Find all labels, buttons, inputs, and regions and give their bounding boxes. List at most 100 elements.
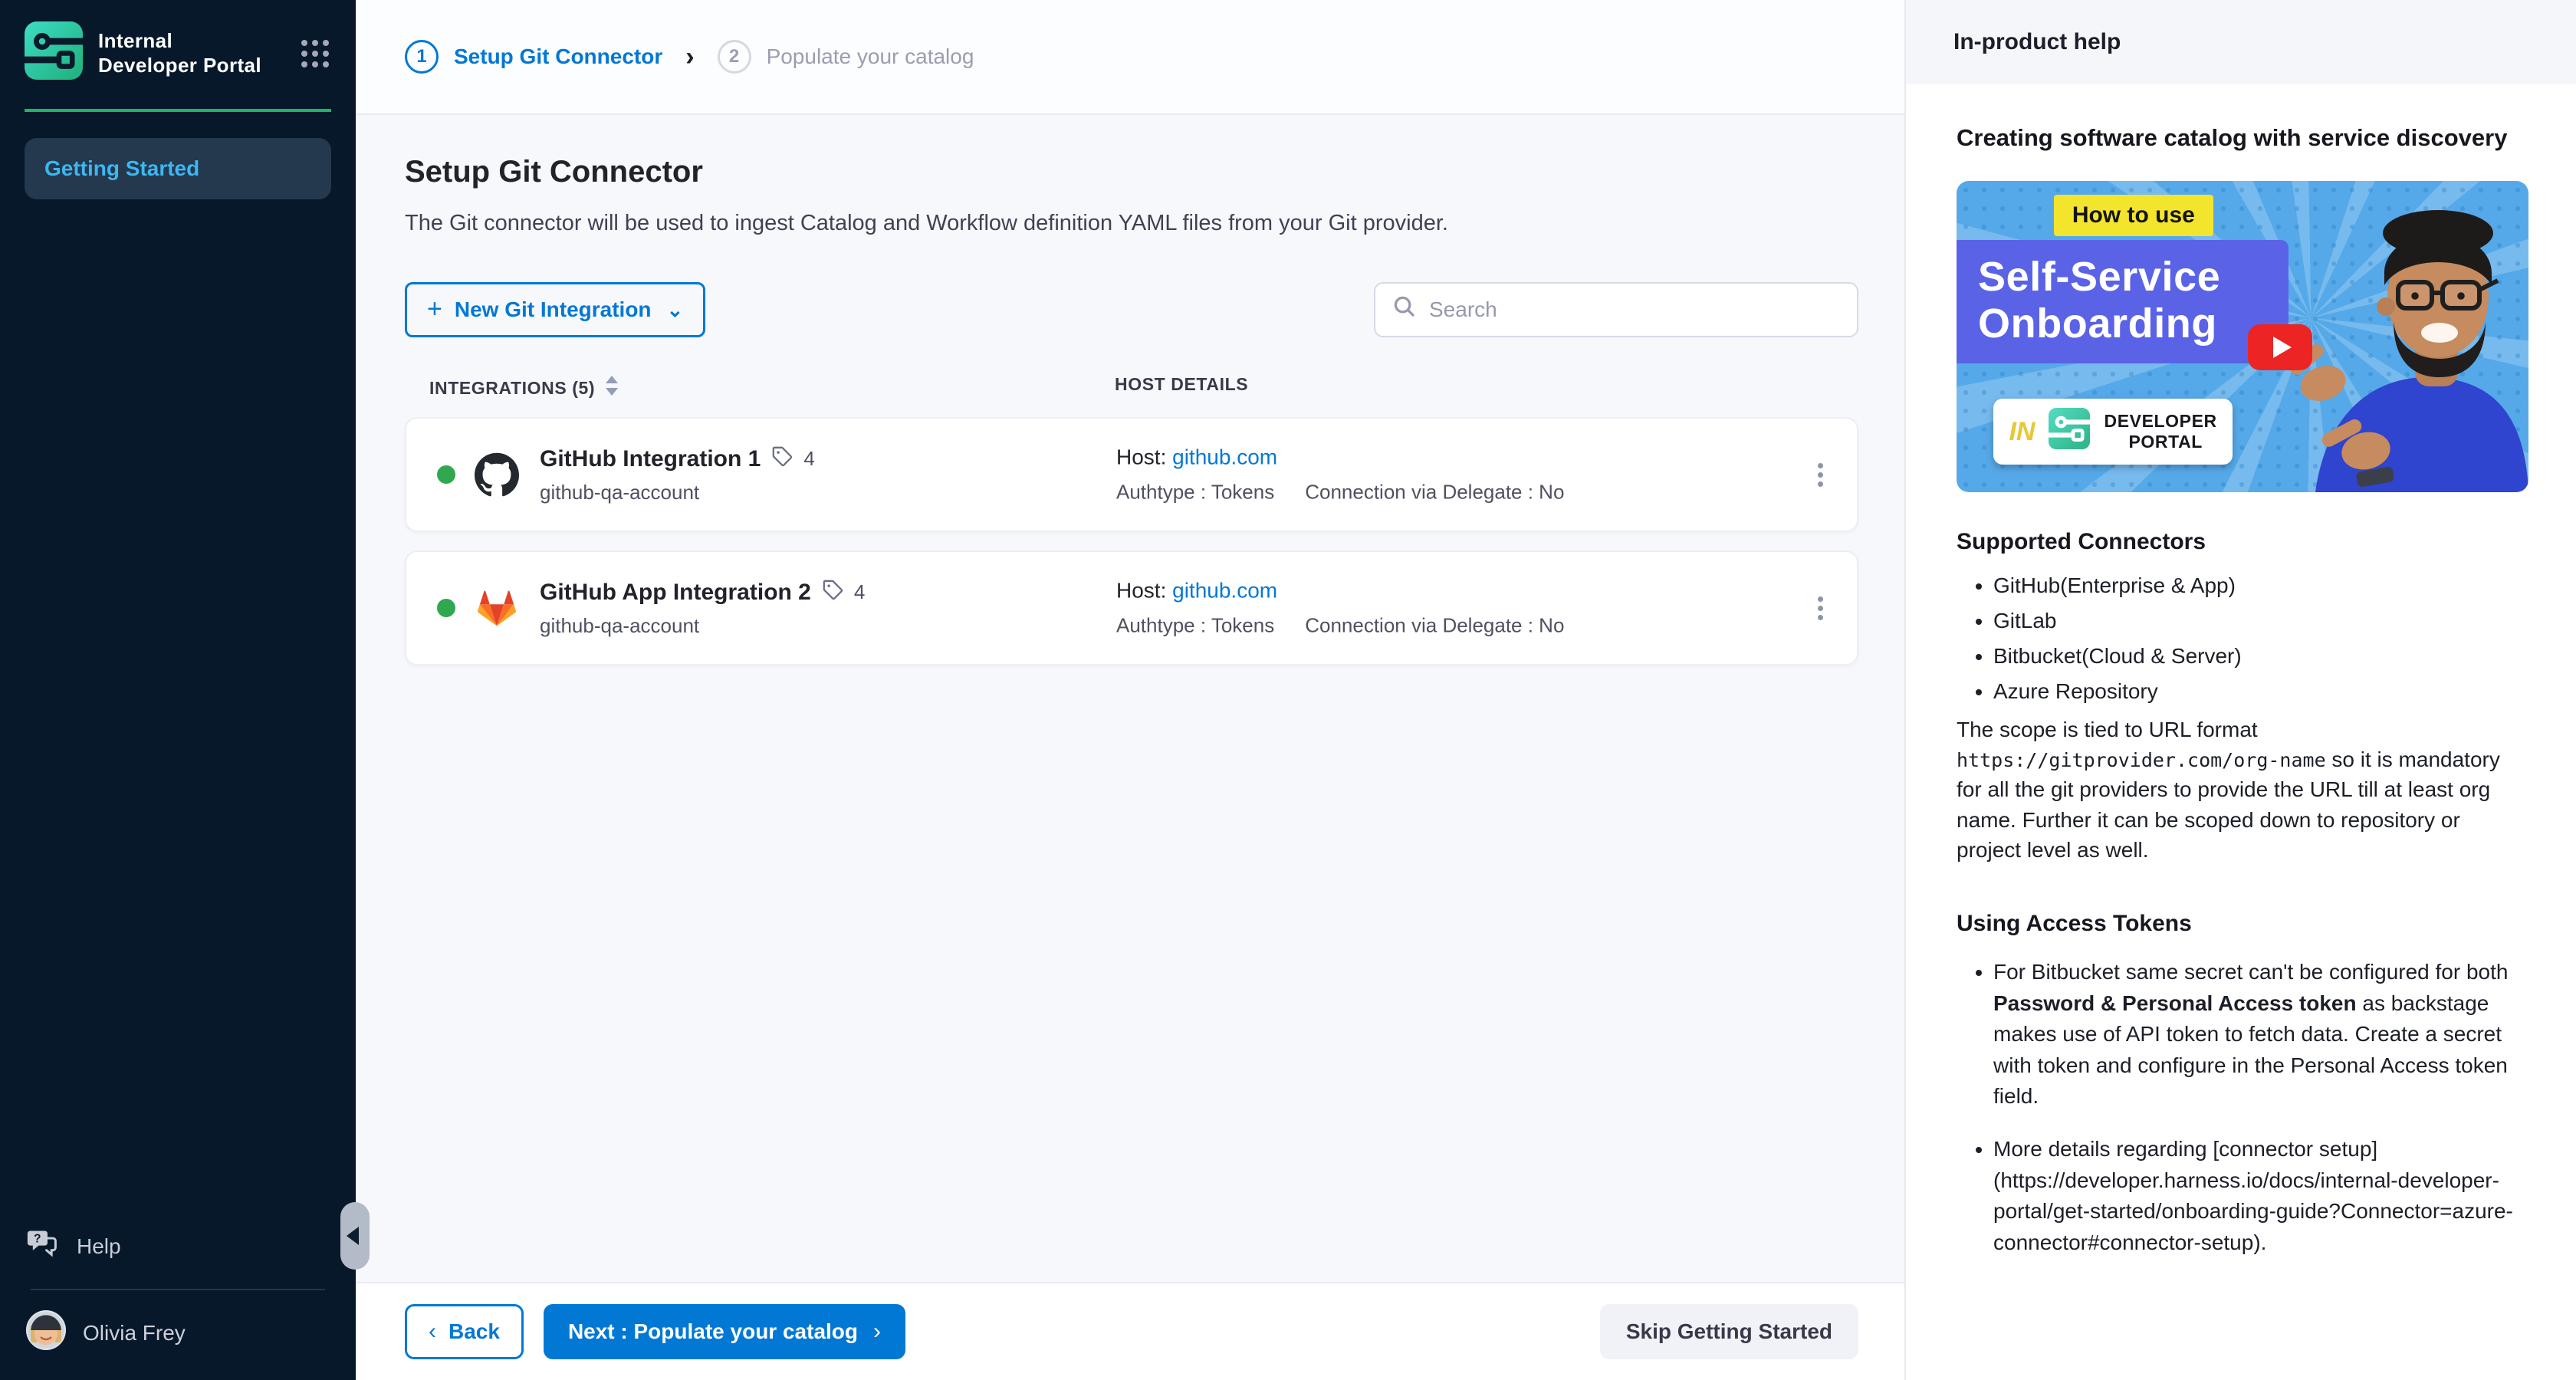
- chevron-down-icon: ⌄: [667, 298, 684, 322]
- avatar: [26, 1310, 66, 1355]
- sort-icon[interactable]: [604, 374, 619, 402]
- tag-count: 4: [854, 580, 865, 604]
- authtype: Authtype : Tokens: [1116, 481, 1274, 504]
- column-host-details: HOST DETAILS: [1115, 374, 1248, 395]
- help-panel-header: In-product help: [1906, 0, 2576, 84]
- step-label: Populate your catalog: [767, 44, 974, 69]
- app-window: Internal Developer Portal Getting Starte…: [0, 0, 2576, 1380]
- chevron-right-icon: ›: [873, 1319, 881, 1345]
- svg-text:?: ?: [34, 1232, 41, 1245]
- chevron-right-icon: ›: [685, 42, 694, 72]
- video-thumbnail[interactable]: How to use Self-Service Onboarding IN: [1957, 181, 2528, 492]
- host-link[interactable]: github.com: [1172, 445, 1277, 469]
- table-row[interactable]: GitHub App Integration 2 4 github-qa-acc…: [405, 550, 1858, 665]
- sidebar: Internal Developer Portal Getting Starte…: [0, 0, 356, 1380]
- back-label: Back: [449, 1319, 500, 1344]
- new-git-integration-label: New Git Integration: [455, 297, 652, 322]
- search-icon: [1392, 294, 1417, 325]
- url-format-code: https://gitprovider.com/org-name: [1957, 749, 2326, 771]
- gitlab-icon: [474, 585, 520, 631]
- in-product-help-panel: In-product help Creating software catalo…: [1904, 0, 2576, 1380]
- sidebar-item-getting-started[interactable]: Getting Started: [25, 138, 331, 199]
- chevron-left-icon: ‹: [429, 1319, 436, 1345]
- delegate-status: Connection via Delegate : No: [1305, 614, 1564, 637]
- host-details: Host: github.com Authtype : Tokens Connec…: [1116, 579, 1564, 638]
- host-details: Host: github.com Authtype : Tokens Connec…: [1116, 445, 1564, 504]
- list-item: GitHub(Enterprise & App): [1993, 573, 2527, 598]
- supported-connectors-heading: Supported Connectors: [1957, 529, 2527, 555]
- status-dot: [437, 599, 455, 617]
- video-title: Self-Service Onboarding: [1957, 240, 2288, 363]
- wizard-stepper: 1 Setup Git Connector › 2 Populate your …: [356, 0, 1904, 115]
- row-menu-kebab-icon[interactable]: [1805, 590, 1835, 626]
- using-access-tokens-heading: Using Access Tokens: [1957, 911, 2527, 937]
- search-box: [1374, 282, 1858, 337]
- list-item: Bitbucket(Cloud & Server): [1993, 644, 2527, 669]
- integration-account: github-qa-account: [540, 614, 865, 638]
- next-label: Next : Populate your catalog: [568, 1319, 858, 1344]
- integration-name: GitHub App Integration 2: [540, 580, 811, 606]
- step-number: 1: [405, 40, 439, 74]
- list-item: For Bitbucket same secret can't be confi…: [1993, 957, 2527, 1112]
- table-row[interactable]: GitHub Integration 1 4 github-qa-account: [405, 417, 1858, 532]
- main-area: 1 Setup Git Connector › 2 Populate your …: [356, 0, 1904, 1380]
- column-integrations: INTEGRATIONS (5): [429, 378, 595, 399]
- content: Setup Git Connector The Git connector wi…: [356, 115, 1904, 1282]
- user-menu[interactable]: Olivia Frey: [0, 1290, 356, 1380]
- new-git-integration-button[interactable]: + New Git Integration ⌄: [405, 282, 705, 337]
- access-tokens-list: For Bitbucket same secret can't be confi…: [1957, 957, 2527, 1258]
- row-menu-kebab-icon[interactable]: [1805, 456, 1835, 493]
- plus-icon: +: [427, 294, 442, 324]
- idp-logo-icon: [25, 21, 83, 86]
- help-label: Help: [77, 1234, 121, 1259]
- tag-count: 4: [803, 447, 814, 471]
- delegate-status: Connection via Delegate : No: [1305, 481, 1564, 504]
- youtube-play-icon[interactable]: [2248, 324, 2312, 370]
- grid-icon[interactable]: [299, 38, 331, 70]
- supported-connectors-list: GitHub(Enterprise & App) GitLab Bitbucke…: [1957, 573, 2527, 704]
- wizard-footer: ‹ Back Next : Populate your catalog › Sk…: [356, 1282, 1904, 1380]
- page-description: The Git connector will be used to ingest…: [405, 211, 1858, 236]
- github-icon: [474, 452, 520, 498]
- host-link[interactable]: github.com: [1172, 579, 1277, 603]
- host-label: Host:: [1116, 445, 1166, 469]
- page-title: Setup Git Connector: [405, 155, 1858, 189]
- presenter-image: [2277, 181, 2528, 492]
- search-input[interactable]: [1429, 297, 1840, 322]
- brand-divider: [25, 109, 331, 112]
- step-setup-git-connector[interactable]: 1 Setup Git Connector: [405, 40, 662, 74]
- status-dot: [437, 465, 455, 484]
- user-name: Olivia Frey: [83, 1321, 186, 1346]
- back-button[interactable]: ‹ Back: [405, 1304, 524, 1359]
- video-brand-text: DEVELOPER PORTAL: [2104, 411, 2216, 453]
- help-panel-title: In-product help: [1953, 29, 2121, 55]
- sidebar-help[interactable]: ? Help: [0, 1213, 356, 1289]
- tag-icon: [822, 578, 843, 606]
- tag-icon: [771, 445, 793, 473]
- sidebar-item-label: Getting Started: [44, 156, 199, 181]
- idp-logo-mini-icon: [2049, 408, 2090, 455]
- list-item: Azure Repository: [1993, 679, 2527, 704]
- collapse-left-icon: [347, 1227, 359, 1245]
- step-number: 2: [718, 40, 751, 74]
- host-label: Host:: [1116, 579, 1166, 603]
- next-button[interactable]: Next : Populate your catalog ›: [544, 1304, 905, 1359]
- help-chat-icon: ?: [26, 1228, 58, 1264]
- video-badge: How to use: [2054, 195, 2213, 236]
- app-title: Internal Developer Portal: [98, 29, 261, 77]
- authtype: Authtype : Tokens: [1116, 614, 1274, 637]
- table-header: INTEGRATIONS (5) HOST DETAILS: [405, 374, 1858, 399]
- step-populate-your-catalog[interactable]: 2 Populate your catalog: [718, 40, 974, 74]
- integration-account: github-qa-account: [540, 481, 815, 504]
- toolbar: + New Git Integration ⌄: [405, 282, 1858, 337]
- video-brand-badge: IN DEVE: [1993, 399, 2232, 465]
- list-item: More details regarding [connector setup]…: [1993, 1134, 2527, 1258]
- integration-name: GitHub Integration 1: [540, 446, 761, 472]
- sidebar-collapse-handle[interactable]: [340, 1202, 370, 1270]
- step-label: Setup Git Connector: [454, 44, 662, 69]
- scope-paragraph: The scope is tied to URL format https://…: [1957, 715, 2527, 865]
- skip-getting-started-button[interactable]: Skip Getting Started: [1600, 1304, 1858, 1359]
- video-in-word: IN: [2009, 417, 2035, 447]
- list-item: GitLab: [1993, 609, 2527, 633]
- article-title: Creating software catalog with service d…: [1957, 124, 2527, 152]
